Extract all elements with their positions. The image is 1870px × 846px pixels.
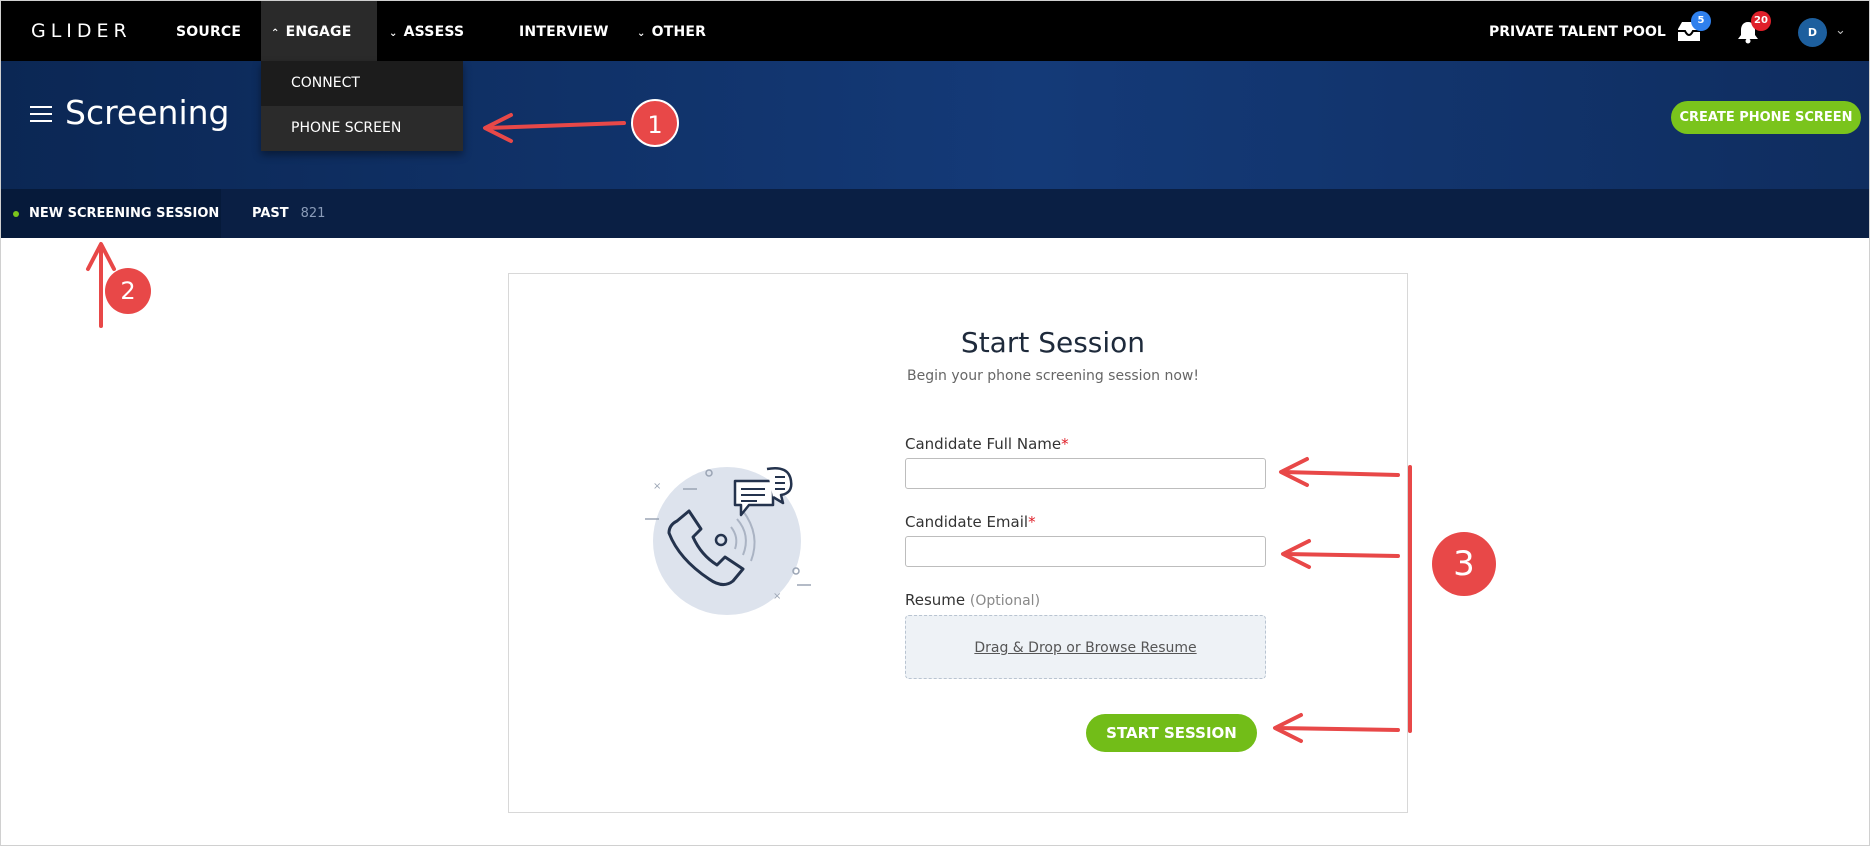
menu-item-connect[interactable]: CONNECT xyxy=(261,61,463,106)
nav-source-label: SOURCE xyxy=(176,24,242,40)
top-navbar: GLIDER SOURCE ⌃ ENGAGE ⌄ ASSESS INTERVIEW … xyxy=(1,1,1869,64)
nav-other-label: OTHER xyxy=(651,24,707,40)
menu-item-phone-screen[interactable]: PHONE SCREEN xyxy=(261,106,463,151)
engage-dropdown-menu: CONNECT PHONE SCREEN xyxy=(261,61,463,151)
start-session-button[interactable]: START SESSION xyxy=(1086,714,1257,752)
chevron-up-icon: ⌃ xyxy=(271,28,280,39)
chevron-down-icon: ⌄ xyxy=(637,28,646,39)
brand-logo[interactable]: GLIDER xyxy=(31,20,132,42)
tab-new-screening-session[interactable]: NEW SCREENING SESSION xyxy=(1,189,221,238)
private-talent-pool-link[interactable]: PRIVATE TALENT POOL xyxy=(1489,1,1666,64)
annotation-marker-2: 2 xyxy=(105,268,151,314)
tab-past-label: PAST xyxy=(252,206,289,221)
tab-past[interactable]: PAST 821 xyxy=(252,189,325,238)
nav-assess-label: ASSESS xyxy=(403,24,465,40)
inbox-badge: 5 xyxy=(1691,11,1711,31)
candidate-email-input[interactable] xyxy=(905,536,1266,567)
past-count-badge: 821 xyxy=(300,206,326,221)
nav-assess[interactable]: ⌄ ASSESS xyxy=(389,1,464,61)
user-avatar[interactable]: D xyxy=(1798,18,1827,47)
active-indicator-dot xyxy=(13,211,19,217)
nav-engage[interactable]: ⌃ ENGAGE xyxy=(261,1,377,61)
nav-source[interactable]: SOURCE xyxy=(176,1,241,61)
candidate-name-label: Candidate Full Name* xyxy=(905,435,1069,453)
annotation-marker-1: 1 xyxy=(631,99,679,147)
nav-interview[interactable]: INTERVIEW xyxy=(519,1,609,61)
start-session-card: Start Session Begin your phone screening… xyxy=(508,273,1408,813)
notifications-button[interactable]: 20 xyxy=(1735,11,1771,47)
candidate-email-label-text: Candidate Email xyxy=(905,513,1029,531)
app-window: GLIDER SOURCE ⌃ ENGAGE ⌄ ASSESS INTERVIEW … xyxy=(0,0,1870,846)
phone-screening-illustration: × × xyxy=(645,467,811,615)
card-subtitle: Begin your phone screening session now! xyxy=(907,368,1199,384)
required-marker: * xyxy=(1028,513,1036,531)
svg-text:×: × xyxy=(653,481,661,492)
nav-interview-label: INTERVIEW xyxy=(519,24,609,40)
chevron-down-icon: ⌄ xyxy=(389,28,398,39)
tabs-bar: NEW SCREENING SESSION PAST 821 xyxy=(1,189,1869,238)
page-title: Screening xyxy=(65,93,230,132)
notifications-badge: 20 xyxy=(1751,11,1771,31)
annotation-marker-3: 3 xyxy=(1432,532,1496,596)
nav-engage-label: ENGAGE xyxy=(285,24,352,40)
nav-other[interactable]: ⌄ OTHER xyxy=(637,1,706,61)
chevron-down-icon[interactable]: ⌄ xyxy=(1835,23,1846,38)
create-phone-screen-button[interactable]: CREATE PHONE SCREEN xyxy=(1671,101,1861,134)
optional-marker: (Optional) xyxy=(969,593,1041,609)
svg-text:×: × xyxy=(773,591,781,602)
inbox-button[interactable]: 5 xyxy=(1675,11,1711,47)
resume-label: Resume (Optional) xyxy=(905,591,1040,609)
candidate-name-label-text: Candidate Full Name xyxy=(905,435,1062,453)
resume-dropzone[interactable]: Drag & Drop or Browse Resume xyxy=(905,615,1266,679)
required-marker: * xyxy=(1061,435,1069,453)
hamburger-menu-icon[interactable] xyxy=(30,106,52,127)
candidate-full-name-input[interactable] xyxy=(905,458,1266,489)
card-title: Start Session xyxy=(960,326,1146,359)
candidate-email-label: Candidate Email* xyxy=(905,513,1036,531)
tab-new-session-label: NEW SCREENING SESSION xyxy=(29,206,220,221)
resume-label-text: Resume xyxy=(905,591,966,609)
